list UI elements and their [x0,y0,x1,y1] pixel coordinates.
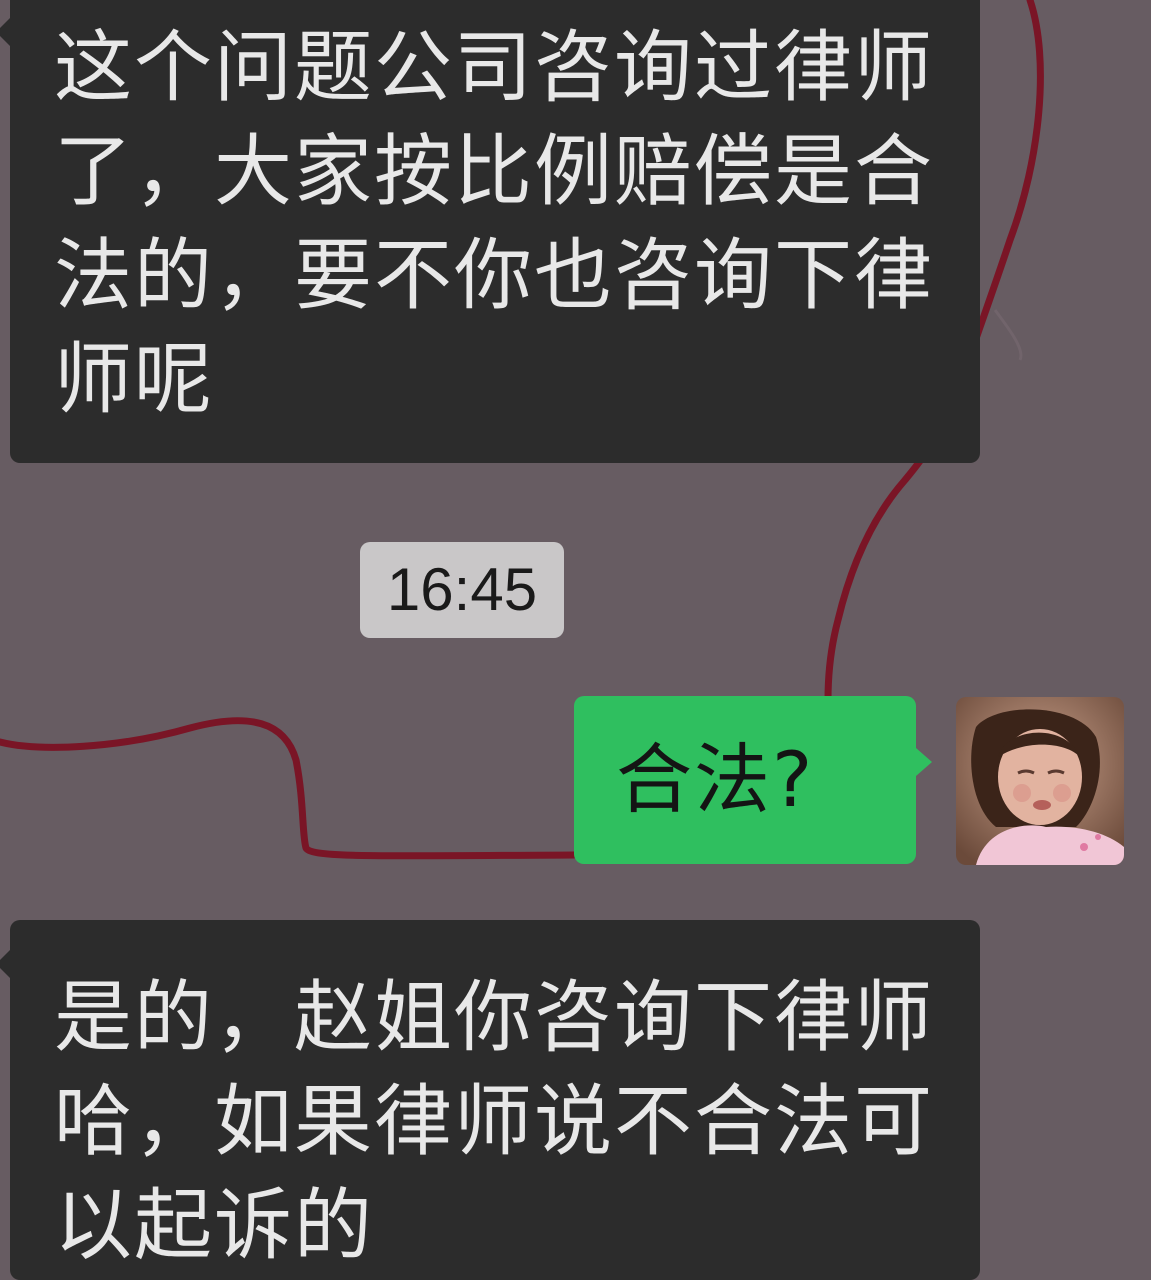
message-text: 合法? [616,735,815,824]
incoming-message-bubble[interactable]: 这个问题公司咨询过律师了，大家按比例赔偿是合法的，要不你也咨询下律师呢 [0,0,980,463]
wallpaper-lower-line [0,717,578,860]
message-text: 这个问题公司咨询过律师了，大家按比例赔偿是合法的，要不你也咨询下律师呢 [54,23,935,425]
outgoing-message-bubble[interactable]: 合法? [574,696,932,864]
timestamp-text: 16:45 [386,556,538,623]
wallpaper-faint-mark [993,309,1023,361]
user-avatar[interactable] [956,697,1124,865]
avatar-photo-icon [956,697,1124,865]
message-text: 是的，赵姐你咨询下律师哈，如果律师说不合法可以起诉的 [54,973,935,1271]
incoming-message-bubble[interactable]: 是的，赵姐你咨询下律师哈，如果律师说不合法可以起诉的 [0,920,980,1280]
message-timestamp: 16:45 [360,542,564,638]
